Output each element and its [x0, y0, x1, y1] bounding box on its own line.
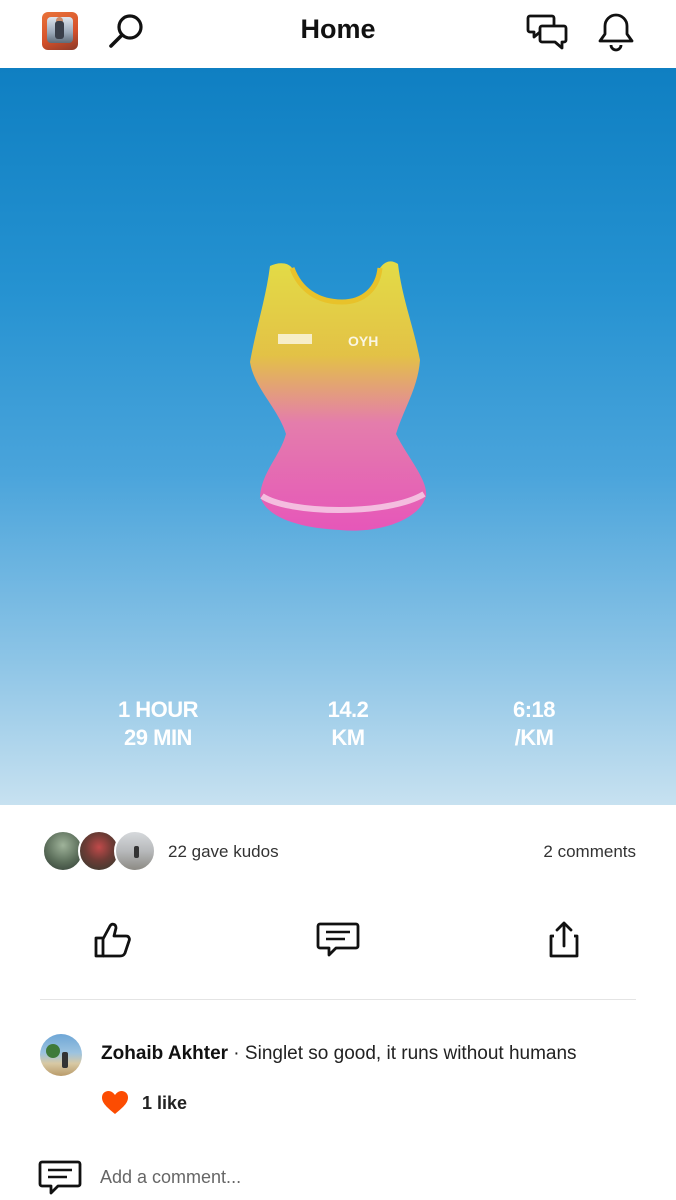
- stat-distance-unit: KM: [331, 725, 365, 750]
- commenter-avatar[interactable]: [40, 1034, 82, 1076]
- add-comment-button[interactable]: [38, 1158, 82, 1198]
- avatar-figure: [62, 1052, 68, 1068]
- add-comment-row: [38, 1156, 638, 1200]
- singlet-illustration: OYH: [250, 261, 427, 531]
- stat-distance: 14.2 KM: [268, 696, 428, 752]
- comment-body: Zohaib Akhter · Singlet so good, it runs…: [101, 1043, 577, 1065]
- top-bar: Home: [0, 0, 676, 68]
- commenter-name[interactable]: Zohaib Akhter: [101, 1043, 228, 1064]
- search-button[interactable]: [104, 10, 148, 54]
- notifications-button[interactable]: [594, 10, 638, 54]
- stat-distance-value: 14.2: [327, 697, 369, 722]
- thumbs-up-icon: [94, 922, 131, 958]
- svg-text:OYH: OYH: [348, 333, 378, 349]
- comment-separator: ·: [228, 1043, 245, 1064]
- comment-icon: [316, 922, 360, 957]
- activity-stats: 1 HOUR 29 MIN 14.2 KM 6:18 /KM: [0, 696, 676, 756]
- share-icon: [549, 921, 579, 958]
- activity-photo[interactable]: OYH 1 HOUR 29 MIN 14.2 KM 6:18 /KM: [0, 68, 676, 805]
- stat-pace-unit: /KM: [514, 725, 554, 750]
- kudos-count[interactable]: 22 gave kudos: [168, 842, 279, 862]
- stat-pace: 6:18 /KM: [454, 696, 614, 752]
- divider: [40, 999, 636, 1000]
- add-comment-input[interactable]: [100, 1162, 620, 1192]
- share-button[interactable]: [540, 916, 588, 964]
- kudos-avatar[interactable]: [114, 830, 156, 872]
- give-kudos-button[interactable]: [88, 916, 136, 964]
- avatar-figure: [134, 846, 139, 858]
- stat-duration-line1: 1 HOUR: [117, 697, 199, 722]
- page-title: Home: [300, 14, 376, 44]
- activity-actions: [0, 912, 676, 968]
- comment-like[interactable]: 1 like: [101, 1090, 187, 1116]
- heart-icon[interactable]: [101, 1090, 129, 1116]
- comments-count[interactable]: 2 comments: [543, 842, 636, 862]
- kudos-row: 22 gave kudos 2 comments: [42, 830, 636, 874]
- stat-pace-value: 6:18: [512, 697, 556, 722]
- stat-duration-line2: 29 MIN: [124, 725, 192, 750]
- messages-button[interactable]: [526, 10, 570, 54]
- comment-button[interactable]: [314, 916, 362, 964]
- messages-icon: [526, 14, 568, 50]
- search-icon: [109, 14, 143, 48]
- avatar-tree: [46, 1044, 60, 1058]
- stat-duration: 1 HOUR 29 MIN: [78, 696, 238, 752]
- profile-avatar[interactable]: [42, 12, 78, 50]
- comment-like-count: 1 like: [142, 1092, 188, 1113]
- comment-icon: [38, 1160, 82, 1195]
- avatar-figure-body: [55, 21, 64, 39]
- comment-text: Singlet so good, it runs without humans: [244, 1043, 577, 1064]
- comment-item: Zohaib Akhter · Singlet so good, it runs…: [40, 1034, 640, 1124]
- notifications-bell-icon: [598, 13, 634, 52]
